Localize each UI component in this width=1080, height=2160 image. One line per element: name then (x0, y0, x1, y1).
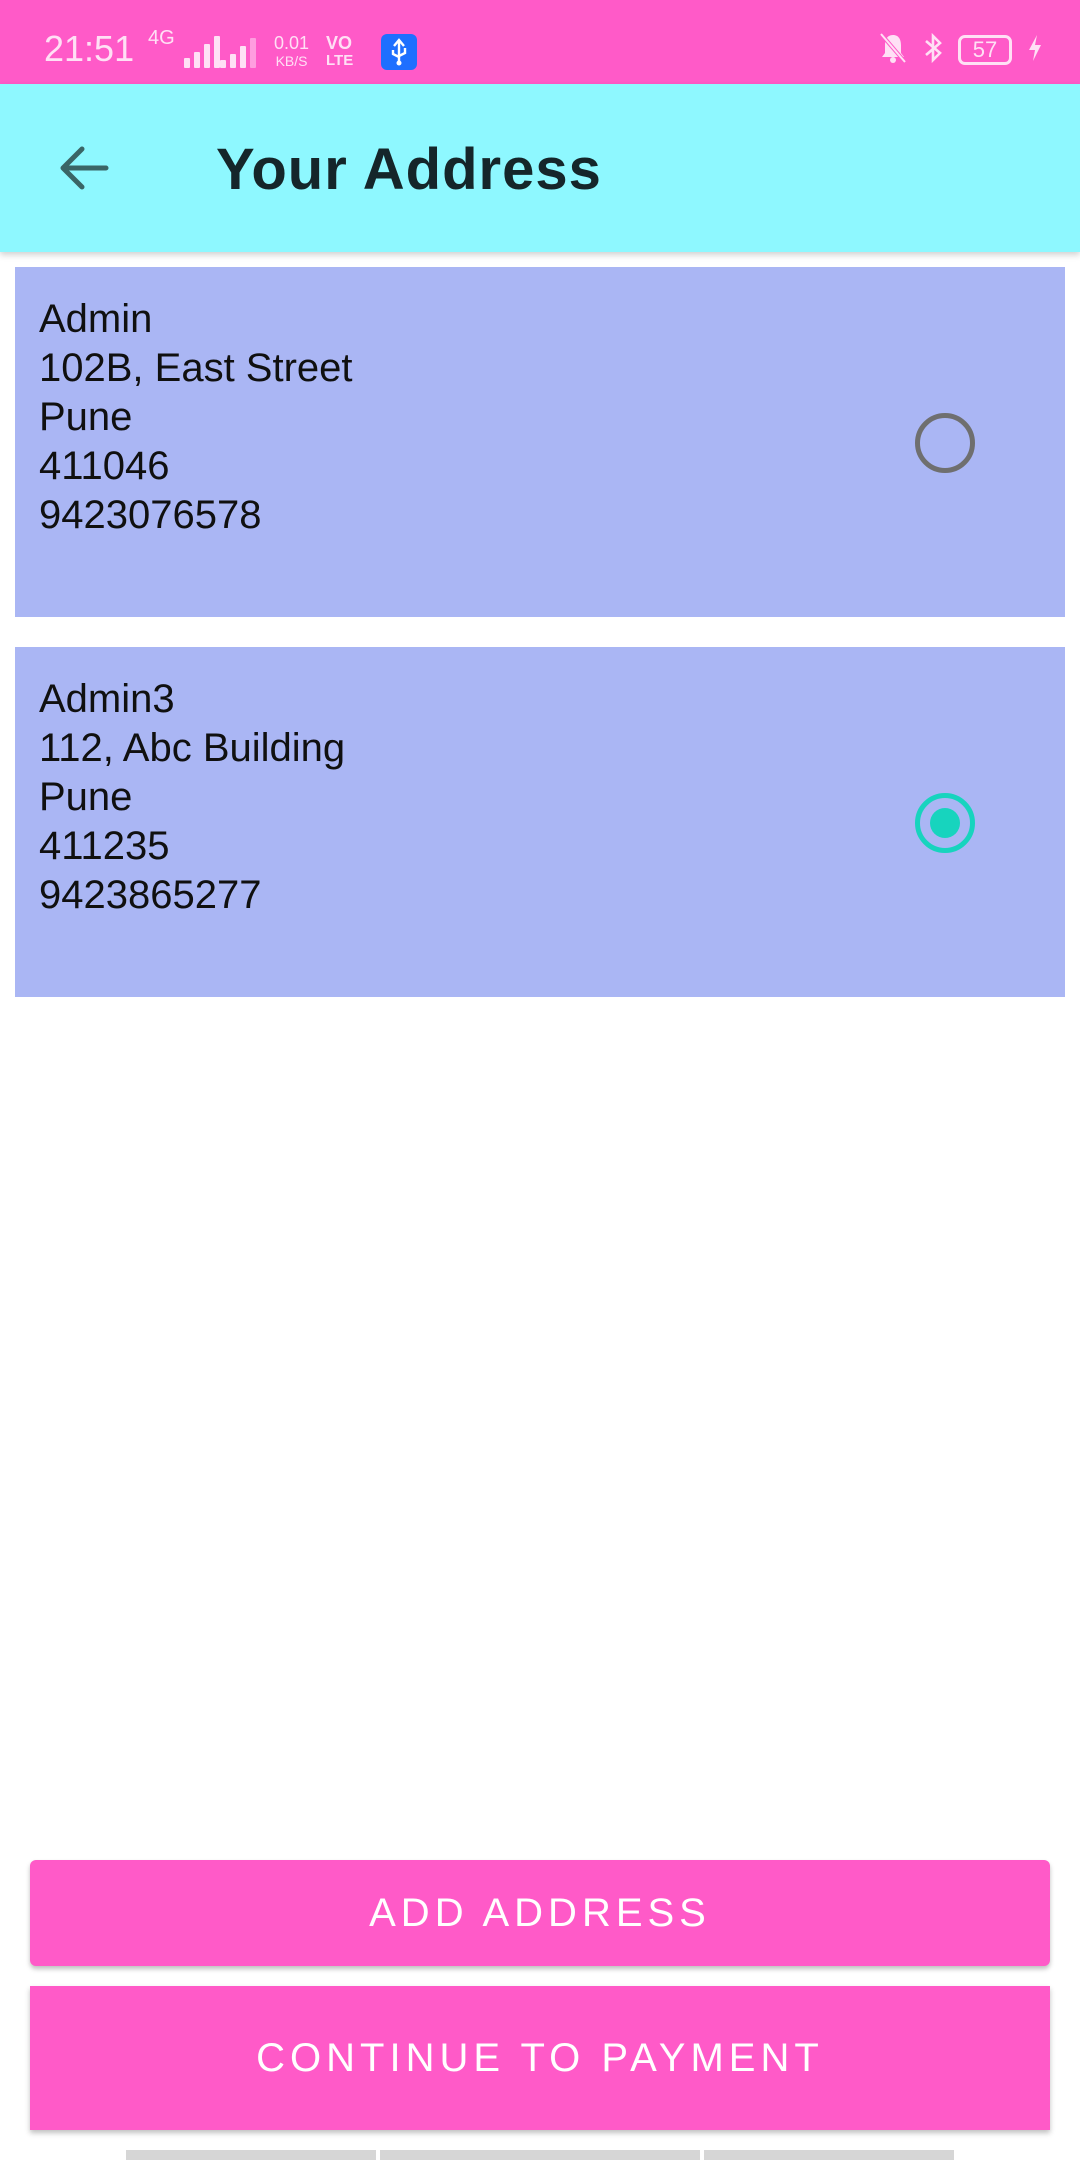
address-details: Admin3 112, Abc Building Pune 411235 942… (39, 675, 345, 920)
bell-muted-icon (878, 31, 908, 70)
signal-strength-2-icon (220, 34, 256, 68)
status-bar: 21:51 4G 0.01 KB/S VO LTE 57 (0, 0, 1080, 84)
charging-icon (1026, 33, 1044, 68)
bottom-indicator (380, 2150, 700, 2160)
address-city: Pune (39, 395, 133, 439)
address-pincode: 411235 (39, 824, 170, 868)
address-phone: 9423076578 (39, 493, 262, 537)
usb-icon (381, 34, 417, 70)
address-pincode: 411046 (39, 444, 170, 488)
address-name: Admin (39, 297, 153, 341)
back-button[interactable] (50, 134, 118, 202)
address-details: Admin 102B, East Street Pune 411046 9423… (39, 295, 353, 540)
app-bar: Your Address (0, 84, 1080, 252)
continue-to-payment-button[interactable]: CONTINUE TO PAYMENT (30, 1986, 1050, 2130)
network-speed-unit: KB/S (275, 53, 308, 69)
volte-top-label: VO (326, 33, 353, 53)
network-type: 4G (148, 27, 175, 49)
address-street: 112, Abc Building (39, 726, 346, 770)
battery-level: 57 (972, 37, 998, 62)
address-radio-button[interactable] (915, 413, 975, 473)
bottom-indicator (126, 2150, 376, 2160)
status-time: 21:51 (44, 28, 135, 69)
address-name: Admin3 (39, 677, 175, 721)
address-radio-button-selected[interactable] (915, 793, 975, 853)
battery-icon: 57 (958, 35, 1012, 65)
bluetooth-icon (922, 31, 944, 70)
arrow-left-icon (60, 146, 109, 190)
address-card[interactable]: Admin3 112, Abc Building Pune 411235 942… (15, 647, 1065, 997)
address-phone: 9423865277 (39, 873, 262, 917)
address-city: Pune (39, 775, 133, 819)
signal-strength-1-icon (184, 34, 220, 68)
bottom-indicator (704, 2150, 954, 2160)
volte-indicator: VO LTE (326, 34, 353, 70)
page-title: Your Address (216, 137, 602, 202)
network-speed-value: 0.01 (274, 33, 310, 53)
network-speed: 0.01 KB/S (274, 34, 309, 70)
add-address-button[interactable]: ADD ADDRESS (30, 1860, 1050, 1966)
volte-bottom-label: LTE (326, 52, 354, 69)
address-card[interactable]: Admin 102B, East Street Pune 411046 9423… (15, 267, 1065, 617)
status-right-group: 57 (878, 30, 1044, 70)
address-street: 102B, East Street (39, 346, 353, 390)
